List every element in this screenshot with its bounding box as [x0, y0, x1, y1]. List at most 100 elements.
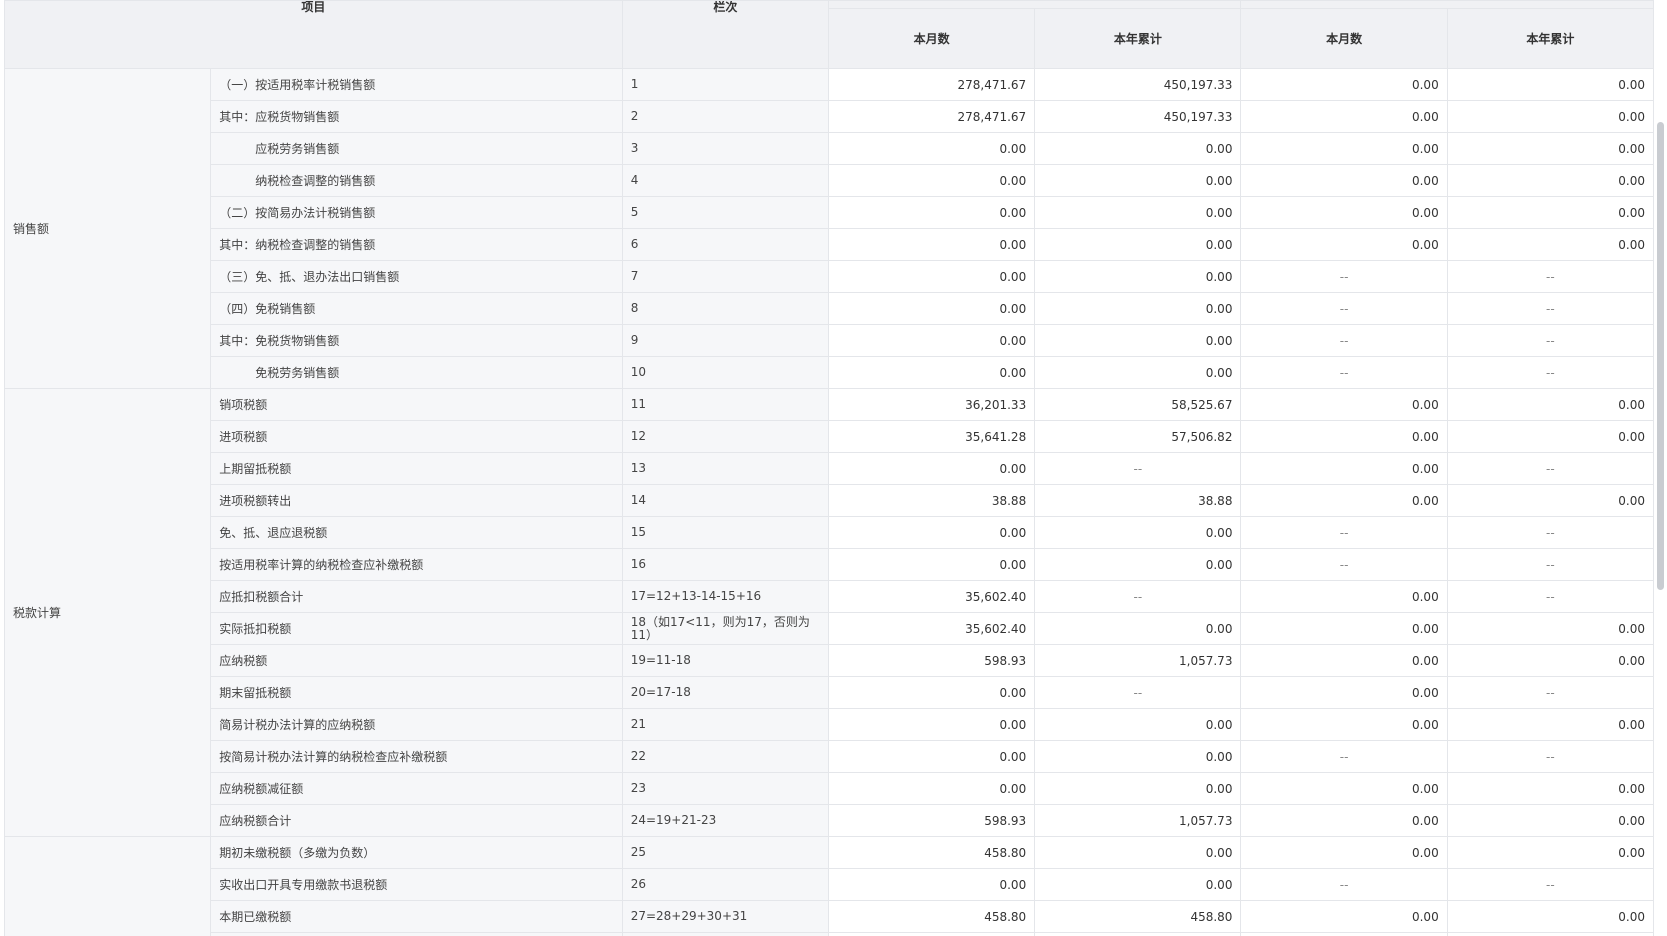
- cell-ytd-refund[interactable]: --: [1446, 548, 1654, 581]
- cell-month-general[interactable]: 38.88: [827, 484, 1036, 517]
- vertical-scrollbar-thumb[interactable]: [1657, 122, 1664, 590]
- cell-month-refund[interactable]: 0.00: [1240, 388, 1448, 421]
- cell-month-general[interactable]: 0.00: [827, 868, 1036, 901]
- cell-ytd-refund[interactable]: 0.00: [1446, 484, 1654, 517]
- cell-ytd-refund[interactable]: --: [1446, 452, 1654, 485]
- cell-month-refund[interactable]: 0.00: [1240, 900, 1448, 933]
- cell-ytd-general[interactable]: 0.00: [1034, 164, 1242, 197]
- cell-month-refund[interactable]: 0.00: [1240, 164, 1448, 197]
- cell-month-general[interactable]: 0.00: [827, 132, 1036, 165]
- cell-ytd-refund[interactable]: 0.00: [1446, 100, 1654, 133]
- cell-ytd-refund[interactable]: 0.00: [1446, 68, 1654, 101]
- cell-month-general[interactable]: 0.00: [827, 196, 1036, 229]
- cell-month-general[interactable]: 598.93: [827, 804, 1036, 837]
- cell-month-general[interactable]: 598.93: [827, 644, 1036, 677]
- cell-month-refund[interactable]: --: [1240, 292, 1448, 325]
- cell-month-general[interactable]: 0.00: [827, 356, 1036, 389]
- cell-ytd-refund[interactable]: --: [1446, 324, 1654, 357]
- cell-ytd-refund[interactable]: 0.00: [1446, 772, 1654, 805]
- cell-ytd-general[interactable]: 0.00: [1034, 356, 1242, 389]
- cell-month-refund[interactable]: 0.00: [1240, 932, 1448, 936]
- cell-month-general[interactable]: 0.00: [827, 292, 1036, 325]
- cell-month-general[interactable]: 0.00: [827, 932, 1036, 936]
- cell-month-general[interactable]: 0.00: [827, 228, 1036, 261]
- cell-ytd-general[interactable]: 0.00: [1034, 772, 1242, 805]
- cell-month-refund[interactable]: --: [1240, 324, 1448, 357]
- cell-month-general[interactable]: 35,602.40: [827, 580, 1036, 613]
- cell-month-general[interactable]: 0.00: [827, 260, 1036, 293]
- cell-ytd-general[interactable]: 450,197.33: [1034, 68, 1242, 101]
- cell-ytd-general[interactable]: 0.00: [1034, 868, 1242, 901]
- cell-ytd-refund[interactable]: 0.00: [1446, 900, 1654, 933]
- cell-month-general[interactable]: 0.00: [827, 708, 1036, 741]
- cell-ytd-general[interactable]: 458.80: [1034, 900, 1242, 933]
- cell-ytd-refund[interactable]: --: [1446, 260, 1654, 293]
- cell-ytd-refund[interactable]: 0.00: [1446, 612, 1654, 645]
- cell-ytd-general[interactable]: 58,525.67: [1034, 388, 1242, 421]
- cell-ytd-refund[interactable]: 0.00: [1446, 388, 1654, 421]
- cell-month-refund[interactable]: 0.00: [1240, 772, 1448, 805]
- cell-ytd-refund[interactable]: 0.00: [1446, 420, 1654, 453]
- cell-ytd-refund[interactable]: 0.00: [1446, 132, 1654, 165]
- cell-ytd-refund[interactable]: --: [1446, 516, 1654, 549]
- cell-ytd-general[interactable]: 450,197.33: [1034, 100, 1242, 133]
- cell-month-general[interactable]: 0.00: [827, 516, 1036, 549]
- cell-month-refund[interactable]: 0.00: [1240, 580, 1448, 613]
- cell-ytd-refund[interactable]: --: [1446, 676, 1654, 709]
- cell-month-refund[interactable]: --: [1240, 260, 1448, 293]
- cell-month-general[interactable]: 0.00: [827, 740, 1036, 773]
- cell-month-general[interactable]: 458.80: [827, 836, 1036, 869]
- cell-month-refund[interactable]: 0.00: [1240, 708, 1448, 741]
- cell-ytd-general[interactable]: 0.00: [1034, 612, 1242, 645]
- cell-ytd-refund[interactable]: 0.00: [1446, 164, 1654, 197]
- cell-month-general[interactable]: 0.00: [827, 164, 1036, 197]
- cell-month-refund[interactable]: 0.00: [1240, 484, 1448, 517]
- cell-month-general[interactable]: 0.00: [827, 548, 1036, 581]
- cell-ytd-general[interactable]: 0.00: [1034, 324, 1242, 357]
- cell-ytd-general[interactable]: 0.00: [1034, 836, 1242, 869]
- cell-month-general[interactable]: 458.80: [827, 900, 1036, 933]
- cell-month-refund[interactable]: 0.00: [1240, 836, 1448, 869]
- cell-month-general[interactable]: 0.00: [827, 324, 1036, 357]
- cell-month-general[interactable]: 0.00: [827, 676, 1036, 709]
- cell-ytd-general[interactable]: 0.00: [1034, 516, 1242, 549]
- cell-month-refund[interactable]: 0.00: [1240, 228, 1448, 261]
- cell-month-refund[interactable]: --: [1240, 868, 1448, 901]
- cell-month-refund[interactable]: 0.00: [1240, 132, 1448, 165]
- cell-ytd-general[interactable]: 38.88: [1034, 484, 1242, 517]
- cell-ytd-refund[interactable]: --: [1446, 932, 1654, 936]
- cell-month-refund[interactable]: 0.00: [1240, 196, 1448, 229]
- cell-ytd-general[interactable]: 0.00: [1034, 292, 1242, 325]
- cell-month-general[interactable]: 35,641.28: [827, 420, 1036, 453]
- cell-ytd-general[interactable]: 0.00: [1034, 228, 1242, 261]
- cell-month-refund[interactable]: --: [1240, 356, 1448, 389]
- cell-ytd-general[interactable]: --: [1034, 452, 1242, 485]
- cell-ytd-general[interactable]: 0.00: [1034, 196, 1242, 229]
- cell-ytd-general[interactable]: 0.00: [1034, 132, 1242, 165]
- cell-ytd-refund[interactable]: --: [1446, 868, 1654, 901]
- cell-ytd-refund[interactable]: 0.00: [1446, 708, 1654, 741]
- cell-ytd-general[interactable]: 0.00: [1034, 548, 1242, 581]
- cell-month-refund[interactable]: 0.00: [1240, 100, 1448, 133]
- cell-month-refund[interactable]: --: [1240, 740, 1448, 773]
- cell-month-refund[interactable]: 0.00: [1240, 452, 1448, 485]
- cell-month-refund[interactable]: 0.00: [1240, 612, 1448, 645]
- cell-ytd-refund[interactable]: 0.00: [1446, 836, 1654, 869]
- cell-ytd-refund[interactable]: 0.00: [1446, 228, 1654, 261]
- cell-month-general[interactable]: 278,471.67: [827, 100, 1036, 133]
- cell-month-general[interactable]: 278,471.67: [827, 68, 1036, 101]
- cell-ytd-refund[interactable]: 0.00: [1446, 644, 1654, 677]
- cell-month-refund[interactable]: 0.00: [1240, 68, 1448, 101]
- cell-month-general[interactable]: 0.00: [827, 772, 1036, 805]
- cell-month-refund[interactable]: --: [1240, 516, 1448, 549]
- cell-ytd-general[interactable]: 57,506.82: [1034, 420, 1242, 453]
- cell-month-refund[interactable]: 0.00: [1240, 676, 1448, 709]
- cell-ytd-refund[interactable]: --: [1446, 740, 1654, 773]
- cell-month-refund[interactable]: 0.00: [1240, 804, 1448, 837]
- cell-ytd-general[interactable]: --: [1034, 580, 1242, 613]
- cell-ytd-refund[interactable]: 0.00: [1446, 196, 1654, 229]
- cell-month-refund[interactable]: --: [1240, 548, 1448, 581]
- cell-ytd-refund[interactable]: --: [1446, 580, 1654, 613]
- cell-month-general[interactable]: 36,201.33: [827, 388, 1036, 421]
- cell-ytd-general[interactable]: 1,057.73: [1034, 804, 1242, 837]
